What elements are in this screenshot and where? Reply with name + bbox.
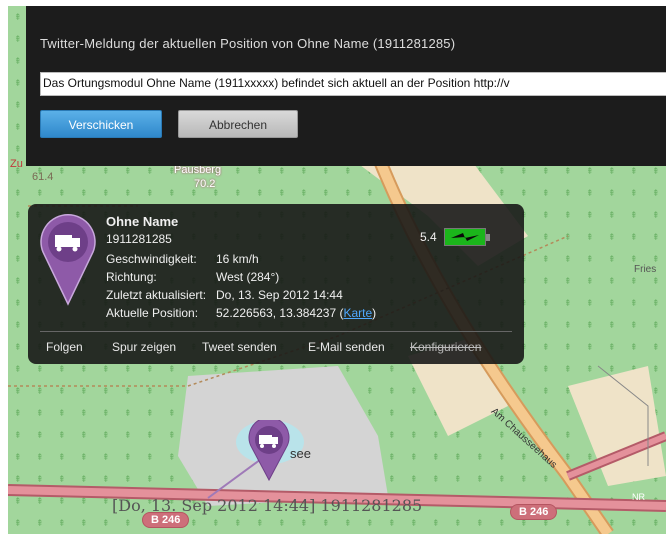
show-track-link[interactable]: Spur zeigen: [112, 340, 176, 354]
twitter-dialog: Twitter-Meldung der aktuellen Position v…: [26, 6, 666, 166]
popup-divider: [40, 331, 512, 332]
map-label-place: Fries: [634, 264, 657, 275]
detail-value: Do, 13. Sep 2012 14:44: [216, 288, 343, 302]
vehicle-id: 1911281285: [106, 232, 172, 246]
tweet-link[interactable]: Tweet senden: [202, 340, 277, 354]
screenshot-frame: ⇞ Zu 61.4 Pa: [8, 6, 666, 534]
signal-value: 5.4: [420, 230, 437, 244]
battery-icon: [444, 228, 490, 246]
map-label-hill-height: 70.2: [194, 178, 216, 190]
charging-bolt-icon: [451, 233, 479, 241]
road-shield-b246-right: B 246: [510, 504, 558, 520]
detail-value: 52.226563, 13.384237 (: [216, 306, 344, 320]
detail-label: Aktuelle Position:: [106, 306, 199, 320]
detail-row-direction: Richtung: West (284°): [106, 270, 279, 284]
map-label-lake: see: [290, 446, 311, 461]
detail-row-position: Aktuelle Position: 52.226563, 13.384237 (…: [106, 306, 376, 320]
vehicle-pin-icon: [248, 420, 290, 482]
email-link[interactable]: E-Mail senden: [308, 340, 385, 354]
configure-link[interactable]: Konfigurieren: [410, 340, 481, 354]
detail-label: Zuletzt aktualisiert:: [106, 288, 207, 302]
track-point-label: [Do, 13. Sep 2012 14:44] 1911281285: [112, 496, 423, 515]
detail-row-speed: Geschwindigkeit: 16 km/h: [106, 252, 259, 266]
detail-value: West (284°): [216, 270, 280, 284]
send-button[interactable]: Verschicken: [40, 110, 162, 138]
dialog-title: Twitter-Meldung der aktuellen Position v…: [40, 36, 456, 51]
cancel-button[interactable]: Abbrechen: [178, 110, 298, 138]
map-label-height: 61.4: [32, 171, 54, 183]
vehicle-name: Ohne Name: [106, 214, 179, 229]
map-label-nr: NR: [632, 492, 645, 502]
vehicle-info-popup: Ohne Name 1911281285 Geschwindigkeit: 16 …: [28, 204, 524, 364]
detail-value-close: ): [372, 306, 377, 320]
message-field[interactable]: Das Ortungsmodul Ohne Name (1911xxxxx) b…: [40, 72, 666, 96]
detail-label: Geschwindigkeit:: [106, 252, 197, 266]
detail-label: Richtung:: [106, 270, 157, 284]
map-label-top-left: Zu: [10, 158, 23, 170]
follow-link[interactable]: Folgen: [46, 340, 83, 354]
map-link[interactable]: Karte: [343, 306, 372, 320]
detail-value: 16 km/h: [216, 252, 259, 266]
detail-row-updated: Zuletzt aktualisiert: Do, 13. Sep 2012 14…: [106, 288, 343, 302]
